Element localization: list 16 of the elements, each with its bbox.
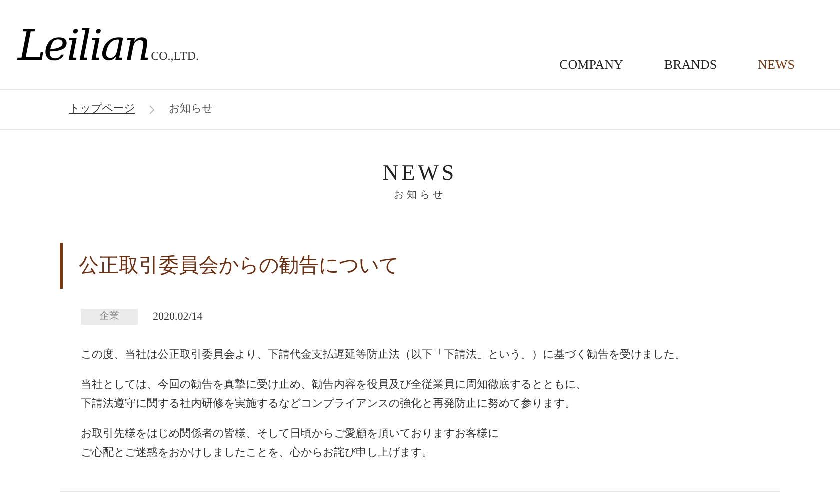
logo-suffix: CO.,LTD. — [151, 48, 200, 65]
logo[interactable]: Leilian — [18, 25, 150, 67]
article-paragraph: お取引先様をはじめ関係者の皆様、そして日頃からご愛顧を頂いておりますお客様に ご心配とご迷惑をおかけしましたことを、心からお詫び申し上げます。 — [81, 426, 500, 460]
chevron-icon — [149, 104, 155, 114]
nav-link[interactable]: NEWS — [758, 54, 795, 74]
article-title: 公正取引委員会からの勧告について — [60, 243, 780, 289]
article-paragraph: この度、当社は公正取引委員会より、下請代金支払遅延等防止法（以下「下請法」という。）に基づく勧告を受けました。 — [81, 348, 687, 362]
article-paragraph: 当社としては、今回の勧告を真摯に受け止め、勧告内容を役員及び全従業員に周知徹底するとともに、 下請法遵守に関する社内研修を実施するなどコンプライアンスの強化と再発防止に努めて参ります。 — [81, 378, 588, 412]
page-title: NEWS — [382, 160, 458, 186]
category-tag: 企業 — [81, 309, 138, 326]
nav-link[interactable]: BRANDS — [664, 54, 718, 74]
page-subtitle: お知らせ — [394, 189, 446, 203]
breadcrumb-current: お知らせ — [169, 102, 213, 118]
nav-link[interactable]: COMPANY — [560, 54, 624, 74]
breadcrumb-link[interactable]: トップページ — [69, 101, 135, 118]
article-date: 2020.02/14 — [153, 310, 203, 325]
